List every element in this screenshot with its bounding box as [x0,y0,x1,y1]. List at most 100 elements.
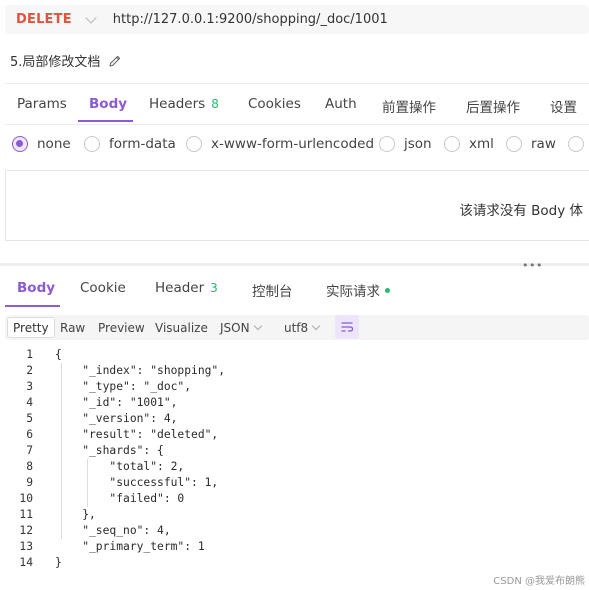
chevron-down-icon [311,321,321,331]
radio-form-data[interactable]: form-data [84,136,176,152]
resp-tab-actual-request[interactable]: 实际请求 [326,280,390,300]
line-number: 4 [26,396,33,409]
tab-settings[interactable]: 设置 [550,96,577,116]
header-count-badge: 3 [210,281,218,295]
code-line: 13 "_primary_term": 1 [5,539,589,555]
code-line: 3 "_type": "_doc", [5,379,589,395]
code-line: 4 "_id": "1001", [5,395,589,411]
code-text: "_index": "shopping", [55,364,226,377]
method-selector[interactable]: DELETE [16,12,72,27]
code-text: "_version": 4, [55,412,178,425]
url-input[interactable]: http://127.0.0.1:9200/shopping/_doc/1001 [113,12,388,27]
code-text: { [55,348,62,361]
code-line: 7 "_shards": { [5,443,589,459]
radio-json-label: json [404,136,432,152]
code-line: 2 "_index": "shopping", [5,363,589,379]
watermark: CSDN @我爱布朗熊 [493,576,585,587]
radio-raw-label: raw [531,136,556,152]
code-text: "_shards": { [55,444,164,457]
divider [5,124,589,125]
code-line: 6 "result": "deleted", [5,427,589,443]
radio-icon[interactable] [379,136,395,152]
request-bar: DELETE http://127.0.0.1:9200/shopping/_d… [5,5,589,34]
code-text: "total": 2, [55,460,185,473]
panel-splitter[interactable] [0,263,589,266]
code-line: 1{ [5,347,589,363]
tab-auth[interactable]: Auth [325,96,357,112]
chevron-down-icon[interactable] [85,11,97,24]
chevron-down-icon [253,321,262,331]
code-text: } [55,556,62,569]
tab-post-request[interactable]: 后置操作 [466,96,520,116]
tab-headers-label: Headers [149,96,206,112]
radio-raw[interactable]: raw [506,136,556,152]
code-line: 8 "total": 2, [5,459,589,475]
response-tabs: Body Cookie Header 3 控制台 实际请求 [0,270,589,308]
wrap-lines-icon [341,322,353,332]
line-number: 2 [26,364,33,377]
view-pretty[interactable]: Pretty [7,317,55,338]
radio-icon[interactable] [444,136,460,152]
code-text: "failed": 0 [55,492,185,505]
resp-tab-cookie[interactable]: Cookie [80,280,126,296]
radio-checked-icon[interactable] [12,136,28,152]
line-number: 3 [26,380,33,393]
edit-icon[interactable] [108,54,122,68]
resp-tab-header-label: Header [155,280,205,296]
empty-body-message: 该请求没有 Body 体 [459,203,583,219]
radio-icon[interactable] [506,136,522,152]
line-number: 14 [19,556,33,569]
view-preview[interactable]: Preview [98,321,145,335]
resp-tab-header[interactable]: Header 3 [155,280,218,296]
code-line: 9 "successful": 1, [5,475,589,491]
code-text: "result": "deleted", [55,428,219,441]
resp-tab-actual-label: 实际请求 [326,284,380,300]
line-number: 12 [19,524,33,537]
view-visualize[interactable]: Visualize [155,321,208,335]
radio-icon[interactable] [84,136,100,152]
code-line: 12 "_seq_no": 4, [5,523,589,539]
tab-pre-request[interactable]: 前置操作 [382,96,436,116]
radio-none-label: none [37,136,71,152]
tab-cookies[interactable]: Cookies [248,96,301,112]
radio-xml-label: xml [469,136,494,152]
line-number: 9 [26,476,33,489]
code-text: }, [55,508,96,521]
encoding-select[interactable]: utf8 [284,321,321,335]
radio-urlencoded-label: x-www-form-urlencoded [211,136,375,152]
code-line: 14} [5,555,589,571]
format-select-value: JSON [220,321,250,335]
radio-xml[interactable]: xml [444,136,494,152]
radio-icon[interactable] [568,136,584,152]
drag-handle-icon[interactable]: ••• [522,260,543,271]
line-number: 1 [26,348,33,361]
line-number: 11 [19,508,33,521]
code-text: "_id": "1001", [55,396,178,409]
radio-more[interactable] [568,136,589,152]
code-text: "successful": 1, [55,476,219,489]
radio-x-www-form-urlencoded[interactable]: x-www-form-urlencoded [186,136,374,152]
format-toolbar: Pretty Raw Preview Visualize JSON utf8 [5,315,589,340]
request-body-panel: 该请求没有 Body 体 [5,170,589,241]
line-number: 5 [26,412,33,425]
tab-params[interactable]: Params [17,96,67,112]
status-dot-icon [385,287,390,293]
encoding-select-value: utf8 [284,321,309,335]
radio-icon[interactable] [186,136,202,152]
word-wrap-button[interactable] [335,315,359,339]
line-number: 7 [26,444,33,457]
resp-tab-body[interactable]: Body [17,280,55,296]
tab-body[interactable]: Body [89,96,127,112]
resp-tab-console[interactable]: 控制台 [252,280,293,300]
response-body-viewer[interactable]: 1{ 2 "_index": "shopping", 3 "_type": "_… [5,347,589,575]
code-text: "_seq_no": 4, [55,524,171,537]
code-line: 11 }, [5,507,589,523]
view-raw[interactable]: Raw [60,321,85,335]
tab-headers[interactable]: Headers 8 [149,96,219,112]
doc-title-text: 5.局部修改文档 [10,55,101,70]
line-number: 10 [19,492,33,505]
format-select[interactable]: JSON [220,321,262,335]
radio-json[interactable]: json [379,136,432,152]
radio-none[interactable]: none [12,136,71,152]
line-number: 8 [26,460,33,473]
